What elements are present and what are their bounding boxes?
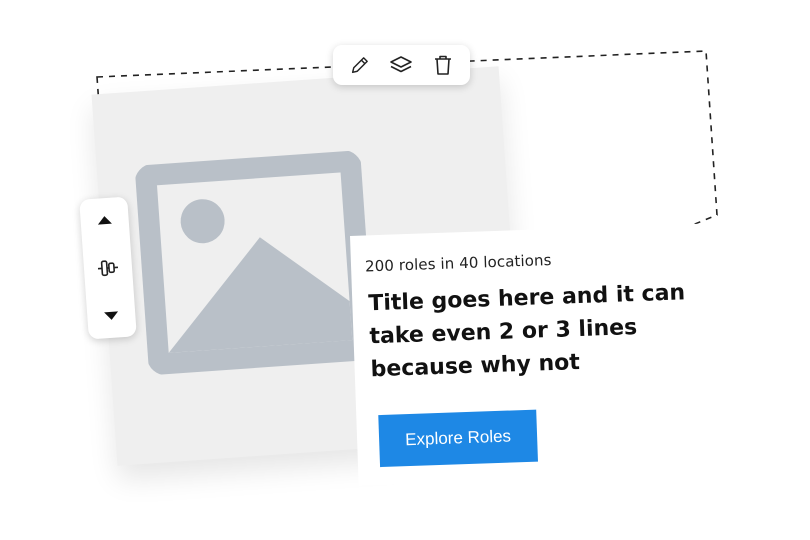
card-meta: 200 roles in 40 locations [364, 250, 552, 276]
layers-button[interactable] [384, 48, 418, 82]
pencil-icon [351, 57, 368, 74]
delete-button[interactable] [426, 48, 460, 82]
layers-icon [390, 56, 413, 73]
canvas: 200 roles in 40 locations Title goes her… [0, 0, 810, 540]
promo-card: 200 roles in 40 locations Title goes her… [350, 223, 731, 486]
element-toolbar [333, 45, 470, 85]
move-up-button[interactable] [90, 205, 120, 235]
triangle-up-icon [97, 216, 112, 225]
trash-icon [435, 55, 452, 75]
card-title: Title goes here and it can take even 2 o… [367, 280, 686, 383]
image-placeholder-icon [134, 150, 375, 376]
reorder-control [79, 196, 137, 340]
align-center-handle-icon [97, 260, 119, 277]
triangle-down-icon [104, 311, 119, 320]
edit-button[interactable] [343, 48, 377, 82]
explore-roles-button[interactable]: Explore Roles [378, 409, 538, 468]
move-down-button[interactable] [96, 301, 126, 331]
drag-handle[interactable] [93, 253, 123, 283]
